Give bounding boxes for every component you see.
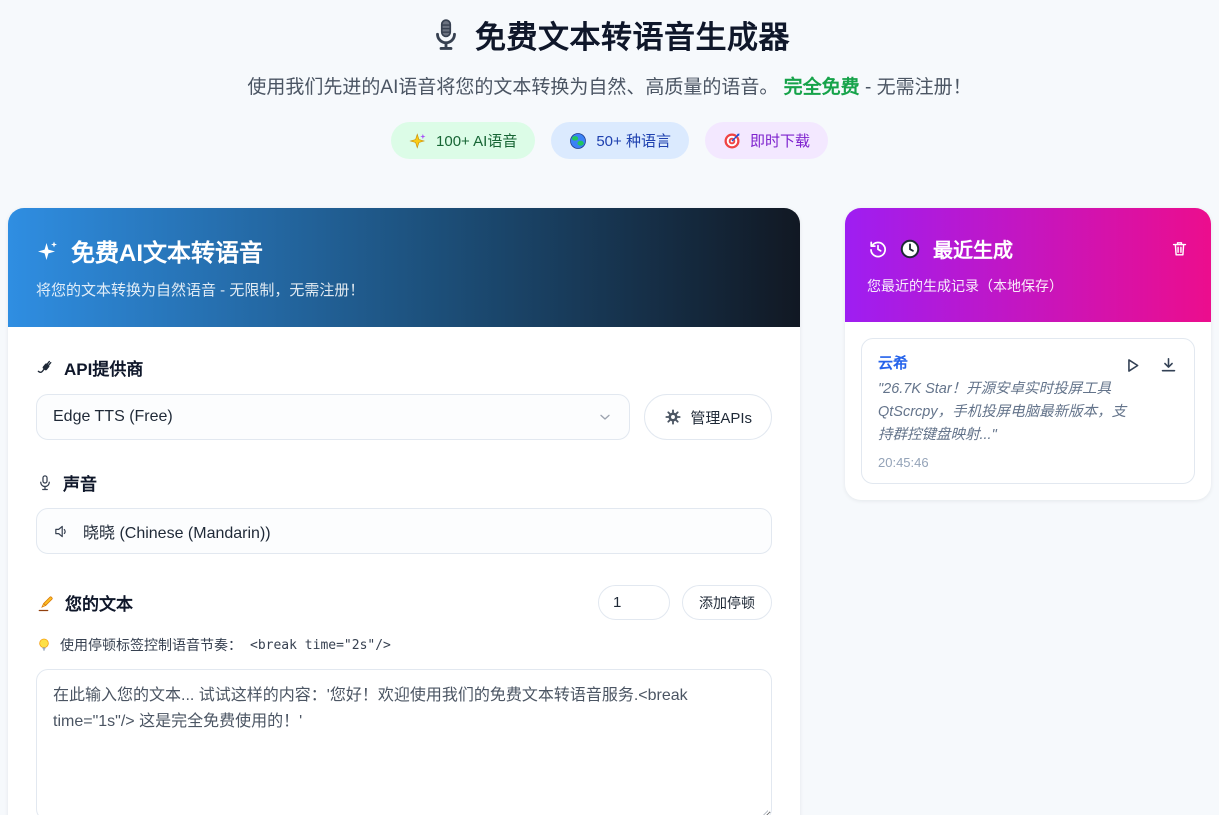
target-icon [723, 132, 741, 150]
free-highlight: 完全免费 [784, 77, 860, 98]
microphone-icon [36, 474, 54, 492]
trash-icon [1170, 239, 1189, 258]
speaker-icon [53, 523, 70, 540]
sparkles-icon [409, 132, 427, 150]
api-provider-value: Edge TTS (Free) [53, 408, 173, 426]
badge-instant-download: 即时下载 [705, 122, 828, 159]
lightbulb-icon [36, 637, 52, 653]
tts-card: 免费AI文本转语音 将您的文本转换为自然语音 - 无限制，无需注册！ [8, 208, 800, 815]
tts-card-header: 免费AI文本转语音 将您的文本转换为自然语音 - 无限制，无需注册！ [8, 208, 800, 327]
recent-item-text: "26.7K Star！开源安卓实时投屏工具 QtScrcpy，手机投屏电脑最新… [878, 378, 1130, 448]
your-text-label: 您的文本 [36, 590, 133, 615]
tts-card-title: 免费AI文本转语音 [71, 233, 263, 268]
text-input-area[interactable] [36, 669, 772, 815]
recent-card-subtitle: 您最近的生成记录（本地保存） [867, 276, 1189, 296]
recent-item[interactable]: 云希 "26.7K Star！开源安卓实时投屏工具 QtScrcpy，手机投屏电… [861, 338, 1195, 484]
play-button[interactable] [1123, 356, 1142, 375]
api-provider-select[interactable]: Edge TTS (Free) [36, 394, 630, 440]
download-icon [1159, 356, 1178, 375]
gear-icon [664, 408, 682, 426]
voice-value: 晓晓 (Chinese (Mandarin)) [83, 519, 271, 543]
manage-apis-label: 管理APIs [690, 407, 752, 428]
manage-apis-button[interactable]: 管理APIs [644, 394, 772, 440]
add-pause-button[interactable]: 添加停顿 [682, 585, 772, 620]
recent-item-time: 20:45:46 [878, 455, 1178, 470]
voice-select[interactable]: 晓晓 (Chinese (Mandarin)) [36, 508, 772, 554]
page-subtitle: 使用我们先进的AI语音将您的文本转换为自然、高质量的语音。 完全免费 - 无需注… [0, 72, 1219, 99]
badge-languages: 50+ 种语言 [551, 122, 689, 159]
feature-badges: 100+ AI语音 50+ 种语言 [0, 122, 1219, 159]
badge-ai-voices: 100+ AI语音 [391, 122, 535, 159]
voice-label: 声音 [36, 470, 772, 495]
chevron-down-icon [597, 409, 613, 425]
clear-history-button[interactable] [1170, 239, 1189, 258]
plug-icon [36, 358, 55, 377]
play-icon [1123, 356, 1142, 375]
recent-card-header: 最近生成 您最近的生成记录（本地保存） [845, 208, 1211, 322]
page-title: 免费文本转语音生成器 [475, 12, 790, 57]
history-icon [867, 238, 889, 260]
writing-hand-icon [36, 593, 56, 613]
break-tag-example: <break time="2s"/> [250, 638, 391, 653]
globe-icon [569, 132, 587, 150]
tts-card-subtitle: 将您的文本转换为自然语音 - 无限制，无需注册！ [36, 279, 772, 300]
page-header: 免费文本转语音生成器 使用我们先进的AI语音将您的文本转换为自然、高质量的语音。… [0, 0, 1219, 159]
recent-card: 最近生成 您最近的生成记录（本地保存） [845, 208, 1211, 500]
api-provider-label: API提供商 [36, 355, 772, 380]
clock-icon [899, 238, 921, 260]
pause-tip: 使用停顿标签控制语音节奏：<break time="2s"/> [36, 635, 772, 655]
microphone-icon [429, 18, 463, 52]
download-button[interactable] [1159, 356, 1178, 375]
recent-card-title: 最近生成 [933, 234, 1013, 263]
sparkles-icon [36, 239, 60, 263]
pause-seconds-input[interactable] [598, 585, 670, 620]
